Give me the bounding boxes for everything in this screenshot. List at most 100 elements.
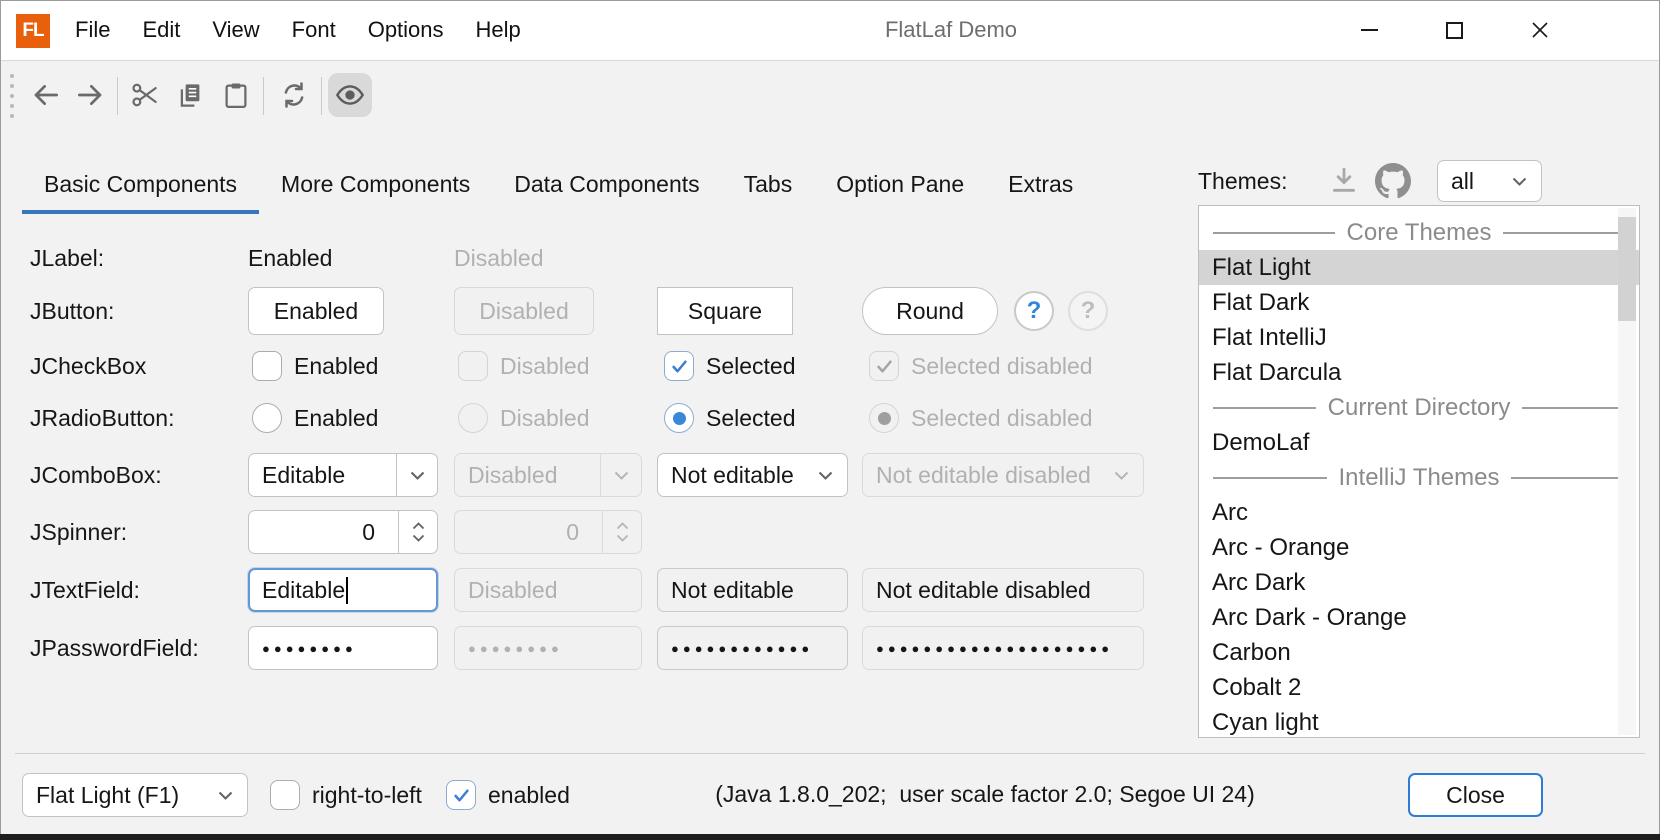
combobox-editable-value: Editable [262,462,345,489]
tab-tabs[interactable]: Tabs [722,155,815,214]
textfield-not-editable-disabled: Not editable disabled [862,568,1144,612]
check-icon [670,357,689,376]
theme-item-carbon[interactable]: Carbon [1199,635,1639,670]
chevron-down-icon [410,471,425,480]
refresh-button[interactable] [272,73,316,117]
combobox-editable[interactable]: Editable [248,453,438,497]
paste-button[interactable] [214,73,258,117]
theme-item-arc-orange[interactable]: Arc - Orange [1199,530,1639,565]
forward-button[interactable] [68,73,112,117]
cut-button[interactable] [123,73,167,117]
menu-options[interactable]: Options [352,17,460,43]
passwordfield-not-editable[interactable]: ●●●●●●●●●●●● [657,626,848,670]
themes-filter-combobox[interactable]: all [1437,160,1542,202]
textfield-not-editable-disabled-value: Not editable disabled [876,577,1091,604]
help-button-disabled: ? [1068,291,1108,331]
theme-item-flat-dark[interactable]: Flat Dark [1199,285,1639,320]
theme-item-flat-light[interactable]: Flat Light [1199,250,1639,285]
scrollbar-thumb[interactable] [1618,217,1636,321]
round-button[interactable]: Round [862,287,998,335]
tab-basic-components[interactable]: Basic Components [22,155,259,214]
clipboard-icon [221,80,251,110]
menu-help[interactable]: Help [460,17,537,43]
laf-selector-value: Flat Light (F1) [36,782,179,809]
jlabel-row-label: JLabel: [30,244,104,272]
radio-selected[interactable] [664,403,694,433]
radio-enabled-label: Enabled [294,404,378,432]
help-button[interactable]: ? [1014,291,1054,331]
enabled-checkbox[interactable] [446,780,476,810]
maximize-button[interactable] [1412,1,1497,59]
textfield-editable[interactable]: Editable [248,568,438,612]
checkbox-selected-disabled [869,351,899,381]
laf-selector-combobox[interactable]: Flat Light (F1) [22,773,248,817]
download-themes-button[interactable] [1322,162,1366,200]
theme-item-arc[interactable]: Arc [1199,495,1639,530]
toolbar-separator [321,77,322,115]
jbutton-row-label: JButton: [30,297,114,325]
scissors-icon [130,80,160,110]
passwordfield-editable[interactable]: ●●●●●●●● [248,626,438,670]
tab-extras[interactable]: Extras [986,155,1095,214]
theme-item-cobalt-2[interactable]: Cobalt 2 [1199,670,1639,705]
textfield-not-editable[interactable]: Not editable [657,568,848,612]
spinner-enabled[interactable]: 0 [248,510,438,554]
chevron-up-icon [412,522,425,530]
tab-option-pane[interactable]: Option Pane [814,155,986,214]
combobox-arrow-button[interactable] [396,454,437,496]
menu-font[interactable]: Font [276,17,352,43]
github-link-button[interactable] [1372,162,1414,200]
menu-file[interactable]: File [59,17,126,43]
theme-item-arc-dark-orange[interactable]: Arc Dark - Orange [1199,600,1639,635]
tab-more-components[interactable]: More Components [259,155,492,214]
show-hidden-toggle-button[interactable] [328,73,372,117]
menu-edit[interactable]: Edit [126,17,196,43]
tab-data-components[interactable]: Data Components [492,155,721,214]
theme-item-demolaf[interactable]: DemoLaf [1199,425,1639,460]
checkbox-selected-disabled-label: Selected disabled [911,352,1093,380]
theme-item-arc-dark[interactable]: Arc Dark [1199,565,1639,600]
jcombobox-row-label: JComboBox: [30,461,162,489]
combobox-not-editable-disabled: Not editable disabled [862,453,1144,497]
themes-filter-value: all [1451,168,1474,195]
combobox-not-editable[interactable]: Not editable [657,453,848,497]
arrow-right-icon [74,79,106,111]
jlabel-disabled: Disabled [454,244,544,272]
textfield-editable-value: Editable [262,577,345,604]
combobox-not-editable-disabled-value: Not editable disabled [876,462,1091,489]
square-button[interactable]: Square [657,287,793,335]
eye-icon [334,79,366,111]
checkbox-selected[interactable] [664,351,694,381]
checkbox-disabled-label: Disabled [500,352,590,380]
toolbar-separator [117,77,118,115]
minimize-button[interactable] [1327,1,1412,59]
theme-item-flat-intellij[interactable]: Flat IntelliJ [1199,320,1639,355]
menu-view[interactable]: View [196,17,275,43]
copy-button[interactable] [168,73,212,117]
themes-header-label: Themes: [1198,167,1287,195]
jpasswordfield-row-label: JPasswordField: [30,634,199,662]
theme-item-cyan-light[interactable]: Cyan light [1199,705,1639,738]
menu-bar: File Edit View Font Options Help [59,1,537,59]
themes-list: Core Themes Flat Light Flat Dark Flat In… [1198,205,1640,738]
enabled-button[interactable]: Enabled [248,287,384,335]
checkbox-enabled[interactable] [252,351,282,381]
radio-enabled[interactable] [252,403,282,433]
spinner-value: 0 [468,519,591,546]
close-icon [1530,20,1550,40]
status-text: (Java 1.8.0_202; user scale factor 2.0; … [715,781,1255,808]
checkbox-enabled-label: Enabled [294,352,378,380]
passwordfield-not-editable-disabled: ●●●●●●●●●●●●●●●●●●●● [862,626,1144,670]
flatlaf-demo-window: FL File Edit View Font Options Help Flat… [0,0,1660,840]
back-button[interactable] [24,73,68,117]
right-to-left-checkbox[interactable] [270,780,300,810]
theme-item-flat-darcula[interactable]: Flat Darcula [1199,355,1639,390]
spinner-buttons[interactable] [398,511,437,553]
theme-group-separator: Current Directory [1199,390,1639,425]
toolbar-grip[interactable] [10,74,14,118]
close-window-button[interactable] [1497,1,1582,59]
main-tab-bar: Basic Components More Components Data Co… [22,155,1095,214]
copy-icon [175,80,205,110]
close-button[interactable]: Close [1408,773,1543,817]
password-dots: ●●●●●●●●●●●● [671,641,813,656]
